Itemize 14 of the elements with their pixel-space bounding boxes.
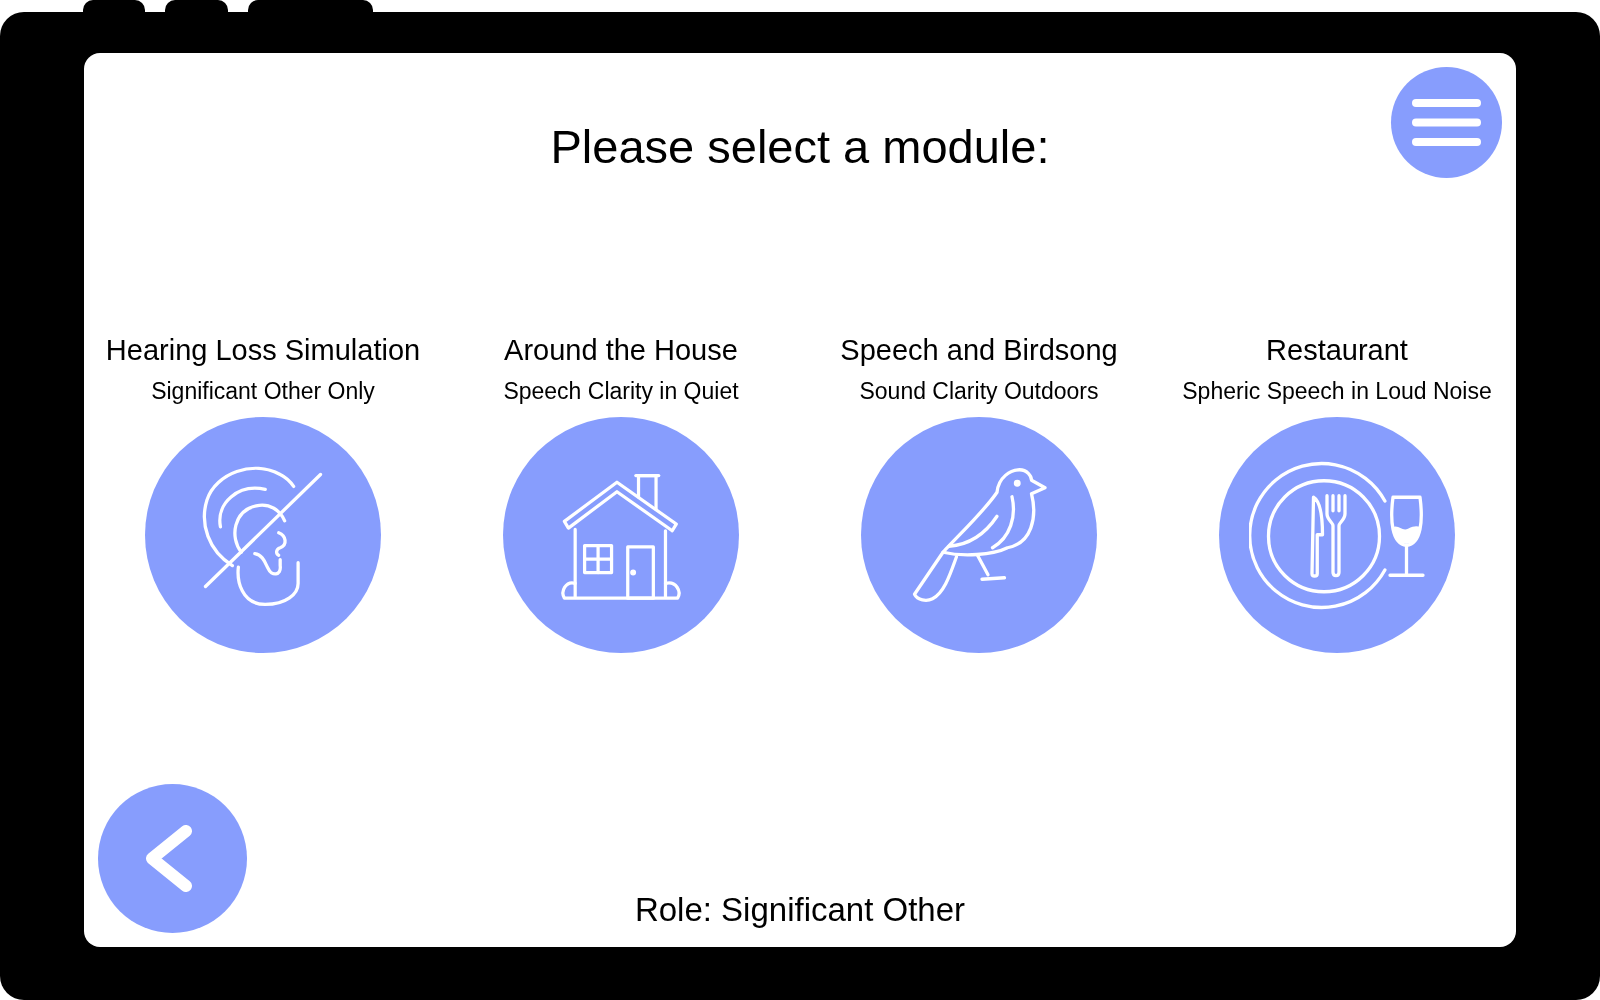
role-label: Role: Significant Other <box>634 890 966 930</box>
module-title: Around the House <box>504 333 738 367</box>
menu-icon <box>1412 99 1481 146</box>
bird-icon <box>910 465 1048 605</box>
module-title: Speech and Birdsong <box>840 333 1118 367</box>
page-title: Please select a module: <box>550 119 1050 175</box>
chevron-left-icon <box>145 825 192 892</box>
module-subtitle: Spheric Speech in Loud Noise <box>1182 377 1492 405</box>
module-subtitle: Significant Other Only <box>151 377 375 405</box>
module-title: Hearing Loss Simulation <box>105 333 421 367</box>
plate-cutlery-glass-icon <box>1248 460 1426 610</box>
module-subtitle: Sound Clarity Outdoors <box>859 377 1099 405</box>
module-subtitle: Speech Clarity in Quiet <box>503 377 739 405</box>
module-title: Restaurant <box>1266 333 1408 367</box>
